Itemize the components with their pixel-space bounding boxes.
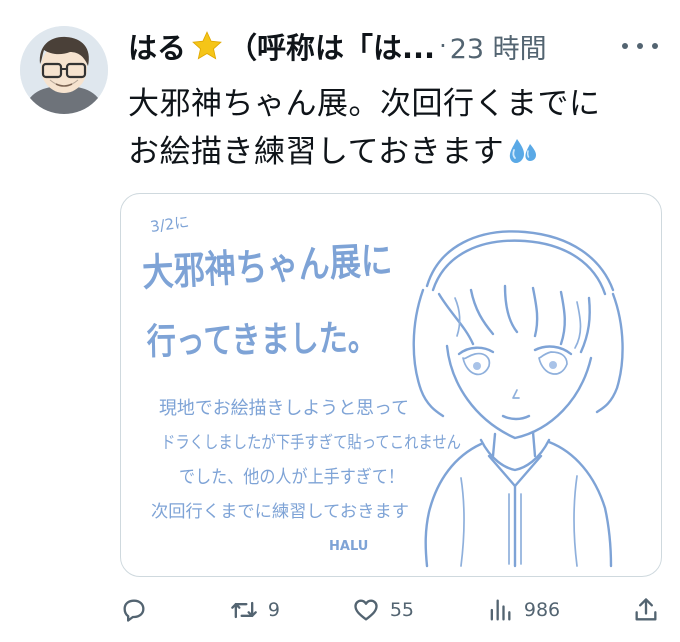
avatar-illustration — [20, 26, 108, 114]
avatar[interactable] — [20, 26, 108, 114]
timestamp[interactable]: 23 時間 — [450, 27, 547, 66]
handwritten-signature: HALU — [329, 539, 368, 554]
author-handle[interactable]: （呼称は「は... — [228, 25, 435, 67]
handwritten-line: 現地でお絵描きしようと思って — [159, 398, 409, 419]
handwritten-line: 大邪神ちゃん展に — [141, 238, 393, 295]
tweet-text-line: 大邪神ちゃん展。次回行くまでに — [128, 86, 601, 122]
retweet-count: 9 — [267, 599, 280, 621]
retweet-button[interactable]: 9 — [230, 596, 280, 624]
handwritten-line: 行ってきました。 — [146, 318, 377, 363]
view-count: 986 — [523, 599, 561, 621]
like-button[interactable]: 55 — [352, 596, 414, 624]
like-count: 55 — [389, 599, 414, 621]
handwritten-line: ドラくしましたが下手すぎて貼ってこれません — [161, 433, 461, 453]
sweat-drops-icon — [509, 139, 537, 163]
action-bar: 9 55 986 — [120, 588, 660, 632]
more-dot-icon — [622, 43, 628, 49]
separator-dot: · — [439, 32, 447, 60]
tweet-text-line-2: お絵描き練習しておきます — [128, 128, 658, 176]
sketch-drawing: 3/2に 大邪神ちゃん展に 行ってきました。 現地でお絵描きしようと思って ドラ… — [141, 213, 624, 568]
more-options-button[interactable] — [622, 32, 658, 60]
retweet-icon — [231, 601, 257, 619]
handwritten-line: 次回行くまでに練習しておきます — [151, 502, 409, 522]
character-sketch — [412, 230, 624, 568]
views-button[interactable]: 986 — [486, 596, 560, 624]
heart-icon — [354, 599, 378, 621]
handwritten-text: 3/2に 大邪神ちゃん展に 行ってきました。 現地でお絵描きしようと思って ドラ… — [141, 213, 461, 554]
bar-chart-icon — [490, 599, 511, 621]
more-dot-icon — [652, 43, 658, 49]
share-button[interactable] — [632, 596, 660, 624]
reply-icon — [123, 599, 145, 622]
star-icon — [192, 31, 222, 60]
author-name-text[interactable]: はる — [128, 25, 186, 67]
handwritten-line: でした、他の人が上手すぎて！ — [179, 467, 404, 488]
attached-image[interactable]: 3/2に 大邪神ちゃん展に 行ってきました。 現地でお絵描きしようと思って ドラ… — [120, 193, 662, 577]
reply-button[interactable] — [120, 596, 158, 624]
handwritten-line: 3/2に — [149, 213, 190, 236]
tweet-header: はる （呼称は「は... · 23 時間 — [128, 20, 664, 72]
author-name[interactable]: はる — [128, 25, 228, 67]
tweet-text: 大邪神ちゃん展。次回行くまでに お絵描き練習しておきます — [128, 80, 658, 176]
tweet-text-line: お絵描き練習しておきます — [128, 134, 505, 170]
more-dot-icon — [637, 43, 643, 49]
share-icon — [635, 598, 657, 621]
